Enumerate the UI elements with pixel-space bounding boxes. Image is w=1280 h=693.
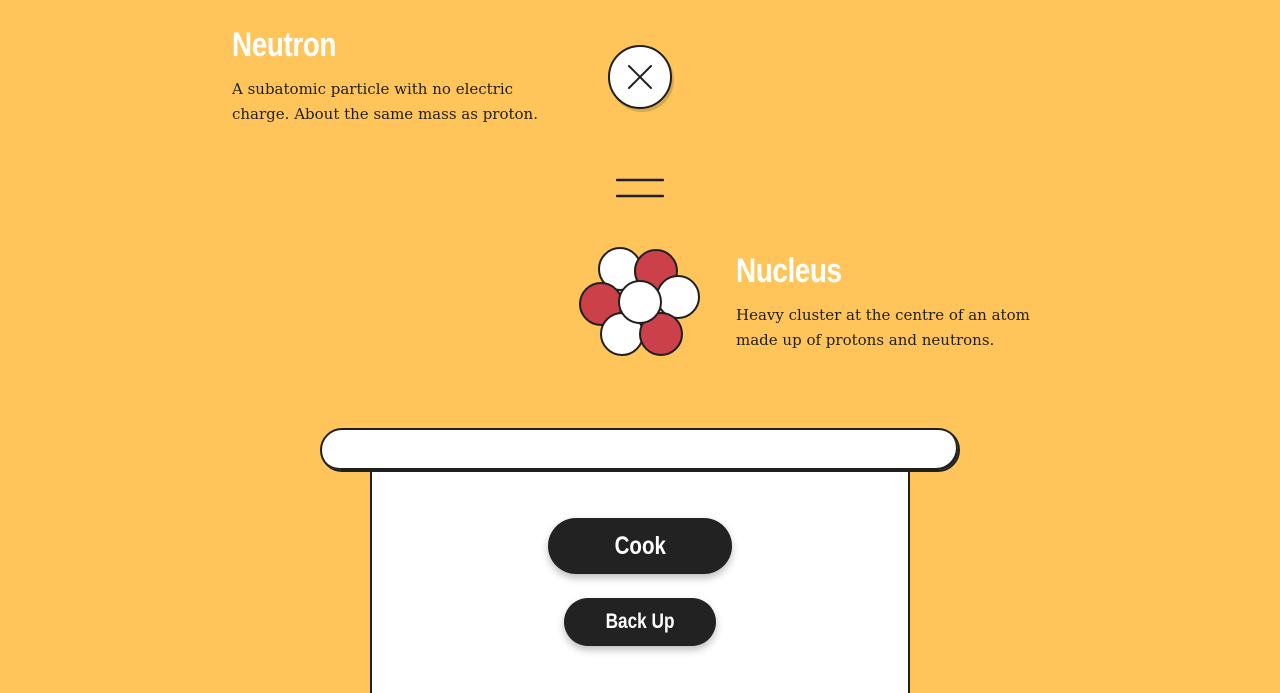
cook-button[interactable]: Cook — [548, 518, 732, 574]
compose-screen: Neutron A subatomic particle with no ele… — [0, 0, 1280, 693]
nucleus-description: Heavy cluster at the centre of an atom m… — [736, 306, 1030, 349]
nucleus-icon — [579, 247, 700, 356]
cook-button-label: Cook — [614, 531, 666, 560]
back-up-button-label: Back Up — [605, 610, 675, 633]
close-icon — [628, 65, 652, 89]
back-up-button[interactable]: Back Up — [564, 598, 716, 646]
pot-body — [370, 460, 910, 693]
close-button[interactable] — [608, 45, 672, 109]
equals-icon — [616, 178, 664, 198]
pot-rim — [320, 428, 960, 472]
neutron-description: A subatomic particle with no electric ch… — [232, 80, 538, 123]
nucleus-title: Nucleus — [736, 252, 842, 290]
neutron-title: Neutron — [232, 26, 336, 64]
